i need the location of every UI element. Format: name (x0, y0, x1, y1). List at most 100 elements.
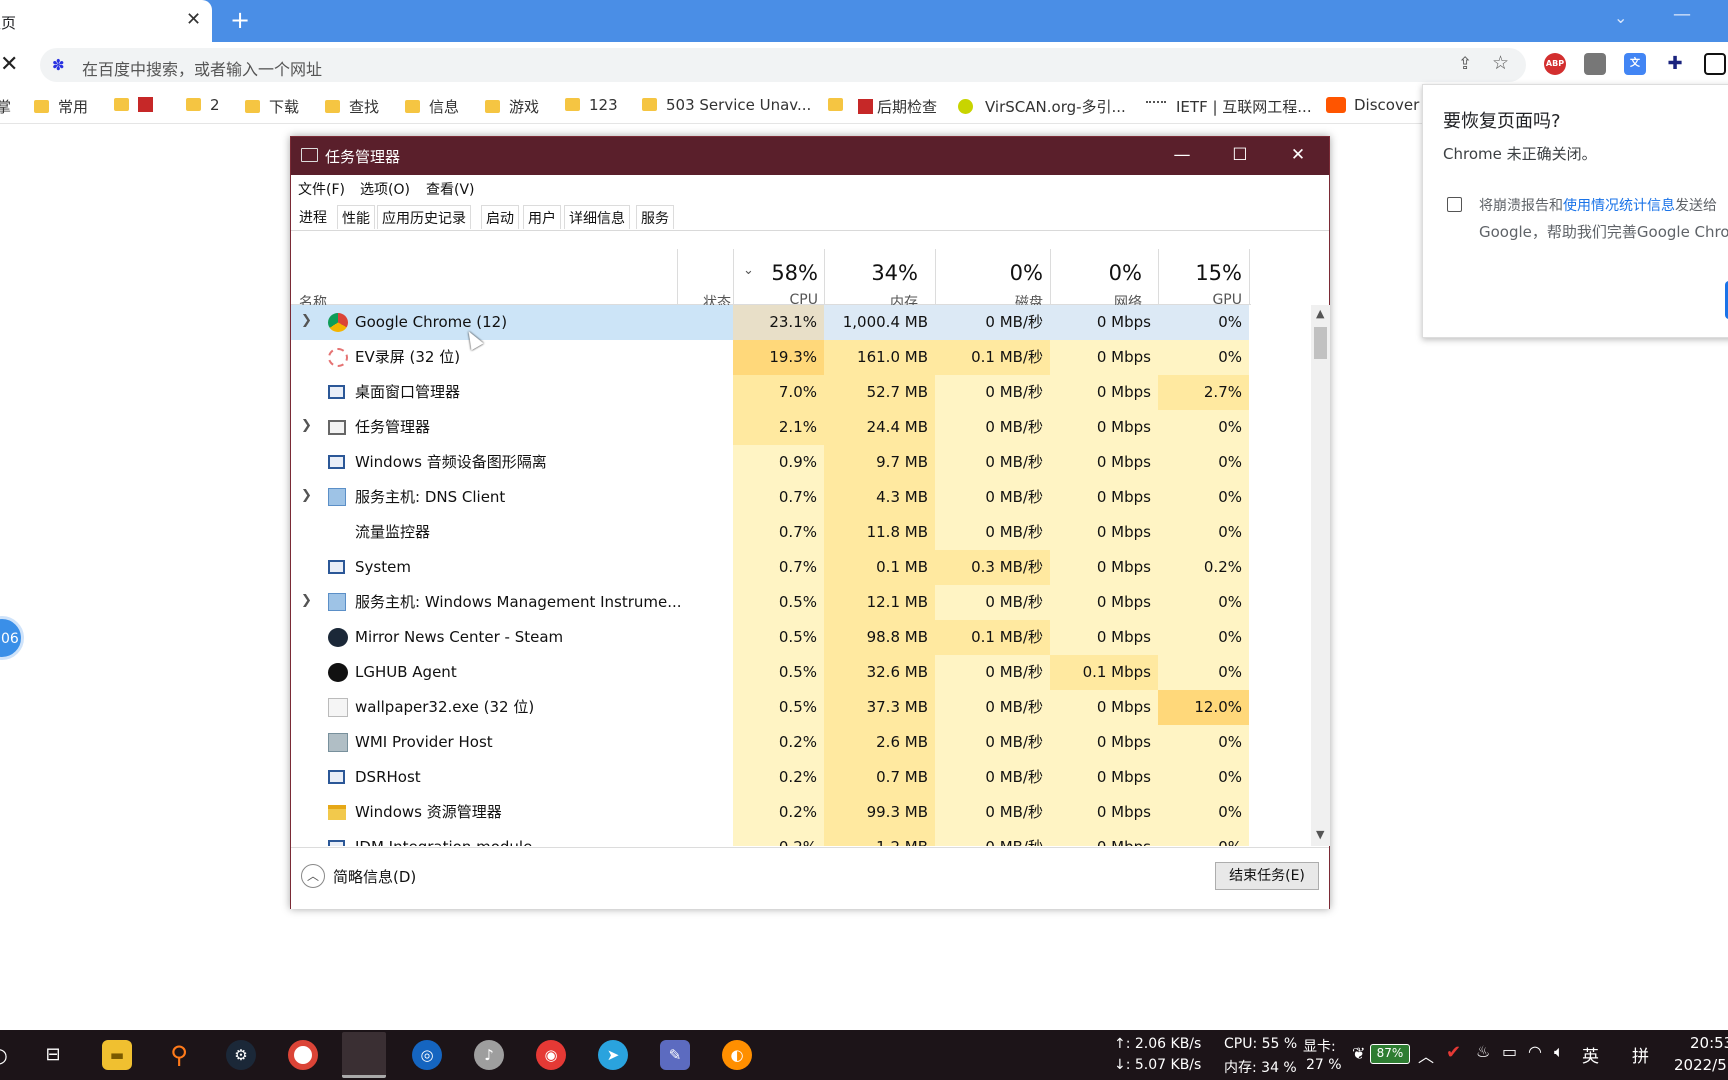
expand-chevron-icon[interactable]: ❯ (301, 488, 312, 503)
task-manager-titlebar[interactable]: 任务管理器 — ☐ ✕ (291, 137, 1329, 175)
col-mem-total[interactable]: 34% (824, 261, 918, 285)
expand-chevron-icon[interactable]: ❯ (301, 418, 312, 433)
process-name-cell[interactable]: Windows 音频设备图形隔离 (291, 445, 733, 480)
leaf-icon[interactable]: ❦ (1352, 1044, 1365, 1063)
process-row[interactable]: EV录屏 (32 位) 19.3% 161.0 MB 0.1 MB/秒 0 Mbps 0% (291, 340, 1313, 375)
extensions-puzzle-icon[interactable]: ✚ (1664, 53, 1686, 75)
bookmark-folder[interactable] (114, 96, 157, 116)
bookmark-item[interactable]: VirSCAN.org-多引... (958, 96, 1126, 116)
show-hidden-icons-chevron-icon[interactable]: ︿ (1418, 1043, 1434, 1067)
process-name-cell[interactable]: ❯ 服务主机: DNS Client (291, 480, 733, 515)
screen-capture-icon[interactable]: ◎ (412, 1040, 442, 1070)
crash-report-checkbox[interactable] (1447, 197, 1462, 212)
process-name-cell[interactable]: 流量监控器 (291, 515, 733, 550)
process-row[interactable]: ❯ 服务主机: DNS Client 0.7% 4.3 MB 0 MB/秒 0 Mbps 0… (291, 480, 1313, 515)
chevron-up-icon[interactable]: ︿ (301, 864, 325, 888)
side-panel-icon[interactable] (1704, 53, 1726, 75)
maximize-icon[interactable]: ☐ (1211, 137, 1269, 175)
floating-ball-widget[interactable]: 06 (0, 616, 24, 660)
process-row[interactable]: 桌面窗口管理器 7.0% 52.7 MB 0 MB/秒 0 Mbps 2.7% (291, 375, 1313, 410)
tab-details[interactable]: 详细信息 (564, 205, 630, 229)
process-row[interactable]: Mirror News Center - Steam 0.5% 98.8 MB 0.1… (291, 620, 1313, 655)
bookmark-folder[interactable]: 2 (186, 96, 220, 116)
file-explorer-icon[interactable]: ▬ (102, 1040, 132, 1070)
scroll-up-icon[interactable]: ▲ (1316, 307, 1324, 320)
ime-mode[interactable]: 拼 (1632, 1042, 1649, 1067)
bookmark-item[interactable]: Discover (1326, 96, 1419, 116)
tab-app-history[interactable]: 应用历史记录 (377, 205, 471, 229)
bookmark-item[interactable]: 掌 (0, 96, 11, 116)
col-cpu-total[interactable]: 58% (733, 261, 818, 285)
tab-users[interactable]: 用户 (523, 205, 561, 229)
expand-chevron-icon[interactable]: ❯ (301, 313, 312, 328)
tab-startup[interactable]: 启动 (481, 205, 519, 229)
battery-icon[interactable]: 87% (1370, 1044, 1410, 1064)
tray-app-icon[interactable]: ✔ (1446, 1042, 1461, 1063)
minimize-window-icon[interactable]: — (1673, 4, 1691, 25)
bookmark-item[interactable]: IETF | 互联网工程... (1146, 96, 1312, 116)
process-name-cell[interactable]: wallpaper32.exe (32 位) (291, 690, 733, 725)
orange-app-icon[interactable]: ◐ (722, 1040, 752, 1070)
scroll-down-icon[interactable]: ▼ (1316, 828, 1324, 841)
everything-search-icon[interactable]: ⚲ (164, 1040, 194, 1070)
process-row[interactable]: WMI Provider Host 0.2% 2.6 MB 0 MB/秒 0 Mbps 0… (291, 725, 1313, 760)
process-row[interactable]: ❯ 任务管理器 2.1% 24.4 MB 0 MB/秒 0 Mbps 0% (291, 410, 1313, 445)
process-name-cell[interactable]: LGHUB Agent (291, 655, 733, 690)
process-name-cell[interactable]: IDM Integration module (291, 830, 733, 846)
process-row[interactable]: System 0.7% 0.1 MB 0.3 MB/秒 0 Mbps 0.2% (291, 550, 1313, 585)
end-task-button[interactable]: 结束任务(E) (1215, 862, 1319, 890)
process-row[interactable]: ❯ Google Chrome (12) 23.1% 1,000.4 MB 0 MB/秒… (291, 305, 1313, 340)
ime-language[interactable]: 英 (1582, 1042, 1599, 1067)
col-disk-total[interactable]: 0% (935, 261, 1043, 285)
bookmark-folder[interactable]: 503 Service Unav... (642, 96, 811, 116)
stop-loading-icon[interactable]: ✕ (0, 52, 18, 77)
process-name-cell[interactable]: 桌面窗口管理器 (291, 375, 733, 410)
expand-chevron-icon[interactable]: ❯ (301, 593, 312, 608)
steam-icon[interactable]: ⚙ (226, 1040, 256, 1070)
tab-performance[interactable]: 性能 (337, 205, 375, 229)
bookmark-star-icon[interactable]: ☆ (1492, 52, 1509, 74)
minimize-icon[interactable]: — (1153, 137, 1211, 175)
process-row[interactable]: IDM Integration module 0.2%1.2 MB0 MB/秒0 … (291, 830, 1313, 846)
col-gpu-total[interactable]: 15% (1158, 261, 1242, 285)
clock-date[interactable]: 2022/5 (1674, 1056, 1727, 1074)
bookmark-folder[interactable] (828, 96, 852, 116)
new-tab-button[interactable]: + (230, 6, 250, 34)
close-icon[interactable]: ✕ (1269, 137, 1327, 175)
process-name-cell[interactable]: Windows 资源管理器 (291, 795, 733, 830)
close-tab-icon[interactable]: ✕ (186, 9, 201, 30)
process-row[interactable]: ❯ 服务主机: Windows Management Instrume... 0.5… (291, 585, 1313, 620)
tray-app2-icon[interactable]: ♨ (1476, 1042, 1490, 1061)
tab-processes[interactable]: 进程 (295, 205, 331, 229)
bookmark-folder[interactable]: 123 (565, 96, 618, 116)
menu-options[interactable]: 选项(O) (360, 179, 410, 199)
tab-services[interactable]: 服务 (636, 205, 674, 229)
bookmark-folder[interactable]: 常用 (34, 96, 88, 116)
process-name-cell[interactable]: System (291, 550, 733, 585)
process-name-cell[interactable]: WMI Provider Host (291, 725, 733, 760)
bookmark-item[interactable]: 后期检查 (858, 96, 937, 116)
search-icon[interactable]: ○ (0, 1040, 14, 1070)
bookmark-folder[interactable]: 游戏 (485, 96, 539, 116)
volume-icon[interactable]: 🔈︎ (1554, 1042, 1564, 1062)
process-row[interactable]: wallpaper32.exe (32 位) 0.5% 37.3 MB 0 MB/秒 0… (291, 690, 1313, 725)
process-name-cell[interactable]: ❯ 任务管理器 (291, 410, 733, 445)
browser-tab[interactable]: 主页 ✕ (0, 0, 212, 42)
clock-time[interactable]: 20:53 (1690, 1034, 1728, 1052)
task-view-icon[interactable]: ⊟ (38, 1040, 68, 1070)
chrome-taskbar-icon[interactable] (288, 1040, 318, 1070)
power-icon[interactable]: ▭ (1502, 1042, 1517, 1061)
netease-music-icon[interactable]: ◉ (536, 1040, 566, 1070)
process-row[interactable]: LGHUB Agent 0.5% 32.6 MB 0 MB/秒 0.1 Mbps 0% (291, 655, 1313, 690)
process-name-cell[interactable]: Mirror News Center - Steam (291, 620, 733, 655)
task-manager-taskbar-icon[interactable] (342, 1032, 386, 1078)
incognito-extension-icon[interactable] (1584, 53, 1606, 75)
process-row[interactable]: Windows 音频设备图形隔离 0.9% 9.7 MB 0 MB/秒 0 Mbps 0% (291, 445, 1313, 480)
process-name-cell[interactable]: ❯ 服务主机: Windows Management Instrume... (291, 585, 733, 620)
process-row[interactable]: 流量监控器 0.7% 11.8 MB 0 MB/秒 0 Mbps 0% (291, 515, 1313, 550)
bookmark-folder[interactable]: 查找 (325, 96, 379, 116)
scroll-thumb[interactable] (1314, 327, 1327, 359)
audio-app-icon[interactable]: ♪ (474, 1040, 504, 1070)
translate-extension-icon[interactable]: 文 (1624, 53, 1646, 75)
process-row[interactable]: DSRHost 0.2% 0.7 MB 0 MB/秒 0 Mbps 0% (291, 760, 1313, 795)
